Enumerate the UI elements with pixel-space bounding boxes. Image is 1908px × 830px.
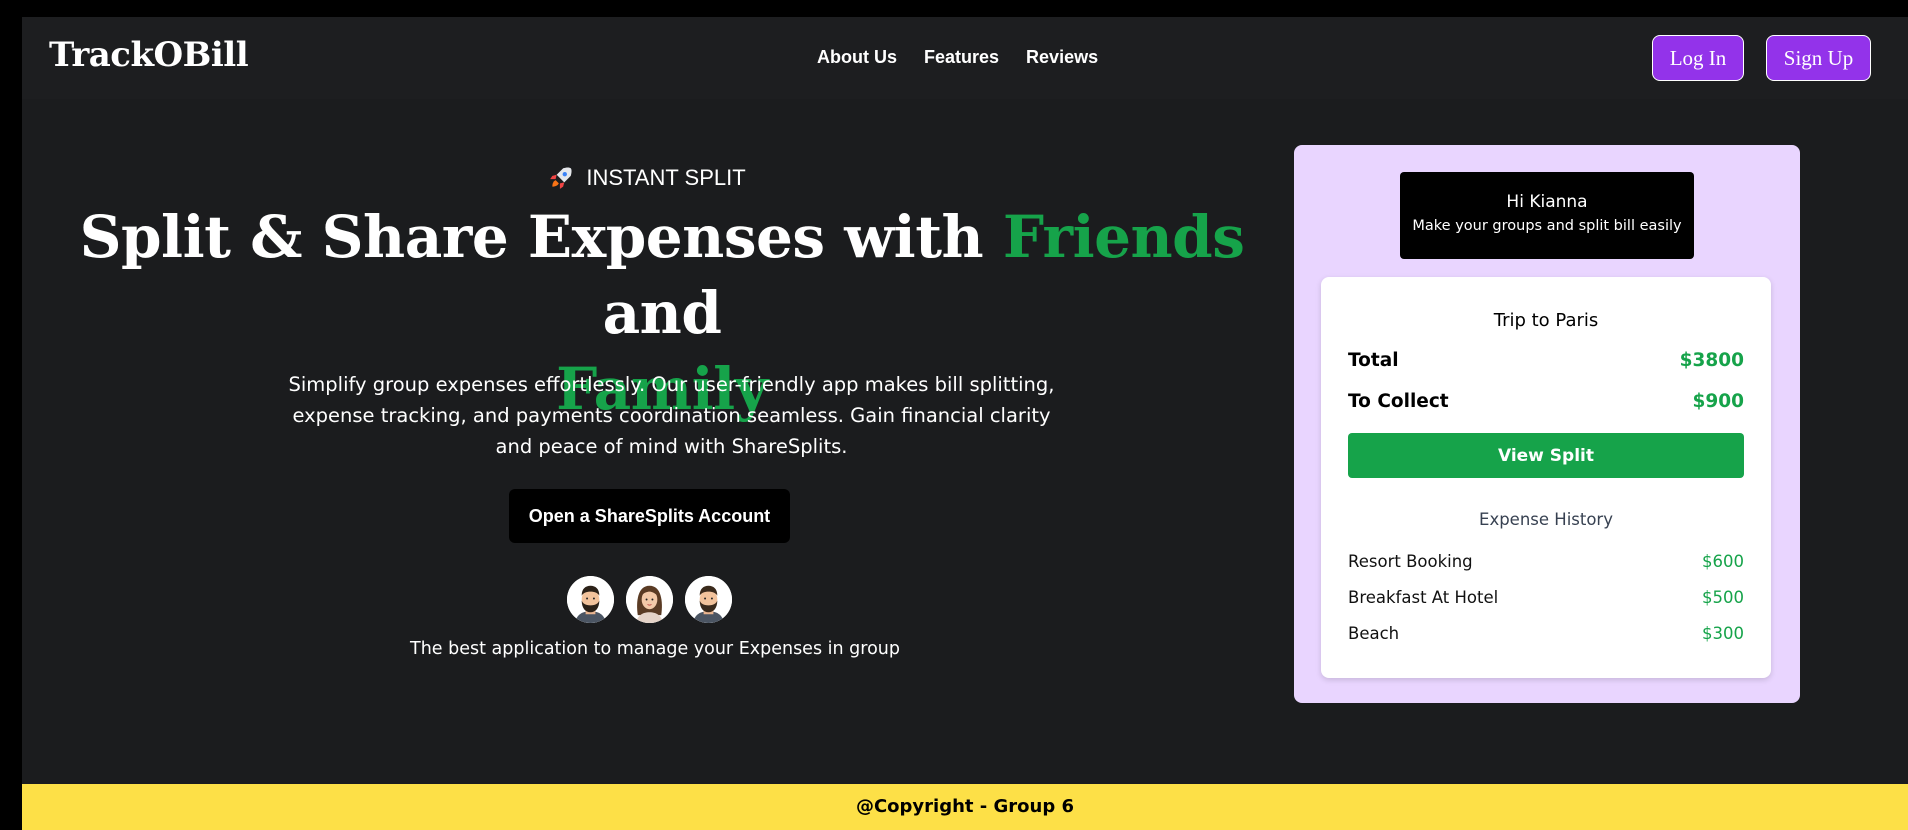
nav-reviews[interactable]: Reviews xyxy=(1026,47,1098,68)
hero-tagline: The best application to manage your Expe… xyxy=(410,639,900,659)
avatar xyxy=(685,576,732,623)
headline-text-1: Split & Share Expenses with xyxy=(79,203,1003,271)
login-button[interactable]: Log In xyxy=(1652,35,1744,81)
headline-text-2: and xyxy=(602,279,722,347)
view-split-button[interactable]: View Split xyxy=(1348,433,1744,478)
rocket-icon xyxy=(550,167,572,189)
trip-title: Trip to Paris xyxy=(1493,310,1599,331)
brand-logo[interactable]: TrackOBill xyxy=(49,35,249,75)
badge-label: INSTANT SPLIT xyxy=(586,165,746,190)
total-row: Total $3800 xyxy=(1348,350,1744,371)
to-collect-value: $900 xyxy=(1692,391,1745,412)
open-account-button[interactable]: Open a ShareSplits Account xyxy=(509,489,790,543)
expense-history-list: Resort Booking $600 Breakfast At Hotel $… xyxy=(1348,552,1744,660)
trip-summary-panel: Trip to Paris Total $3800 To Collect $90… xyxy=(1321,277,1771,678)
list-item: Breakfast At Hotel $500 xyxy=(1348,588,1744,624)
expense-preview-card: Hi Kianna Make your groups and split bil… xyxy=(1294,145,1800,703)
expense-name: Beach xyxy=(1348,624,1400,643)
greeting-box: Hi Kianna Make your groups and split bil… xyxy=(1400,172,1694,259)
male-avatar-icon xyxy=(567,576,614,623)
headline-friends: Friends xyxy=(1002,203,1245,271)
expense-name: Breakfast At Hotel xyxy=(1348,588,1499,607)
avatar xyxy=(626,576,673,623)
expense-amount: $500 xyxy=(1702,588,1744,607)
copyright-text: @Copyright - Group 6 xyxy=(855,796,1075,817)
list-item: Beach $300 xyxy=(1348,624,1744,660)
main-nav: About Us Features Reviews xyxy=(817,47,1098,68)
male-avatar-icon xyxy=(685,576,732,623)
signup-button[interactable]: Sign Up xyxy=(1766,35,1871,81)
nav-about-us[interactable]: About Us xyxy=(817,47,897,68)
female-avatar-icon xyxy=(626,576,673,623)
page-footer: @Copyright - Group 6 xyxy=(22,784,1908,830)
avatar xyxy=(567,576,614,623)
expense-name: Resort Booking xyxy=(1348,552,1473,571)
user-avatars xyxy=(567,576,732,623)
expense-amount: $300 xyxy=(1702,624,1744,643)
hero-description: Simplify group expenses effortlessly. Ou… xyxy=(288,373,1055,458)
list-item: Resort Booking $600 xyxy=(1348,552,1744,588)
greeting-title: Hi Kianna xyxy=(1506,192,1588,212)
to-collect-label: To Collect xyxy=(1348,391,1449,412)
top-navbar: TrackOBill About Us Features Reviews Log… xyxy=(22,17,1908,99)
expense-history-title: Expense History xyxy=(1479,510,1613,529)
to-collect-row: To Collect $900 xyxy=(1348,391,1744,412)
expense-amount: $600 xyxy=(1702,552,1744,571)
page-frame: TrackOBill About Us Features Reviews Log… xyxy=(22,17,1908,830)
hero-section: INSTANT SPLIT Split & Share Expenses wit… xyxy=(22,99,1308,719)
instant-split-badge: INSTANT SPLIT xyxy=(22,165,1272,191)
nav-features[interactable]: Features xyxy=(924,47,999,68)
total-value: $3800 xyxy=(1679,350,1744,371)
greeting-subtitle: Make your groups and split bill easily xyxy=(1412,218,1682,234)
total-label: Total xyxy=(1348,350,1399,371)
